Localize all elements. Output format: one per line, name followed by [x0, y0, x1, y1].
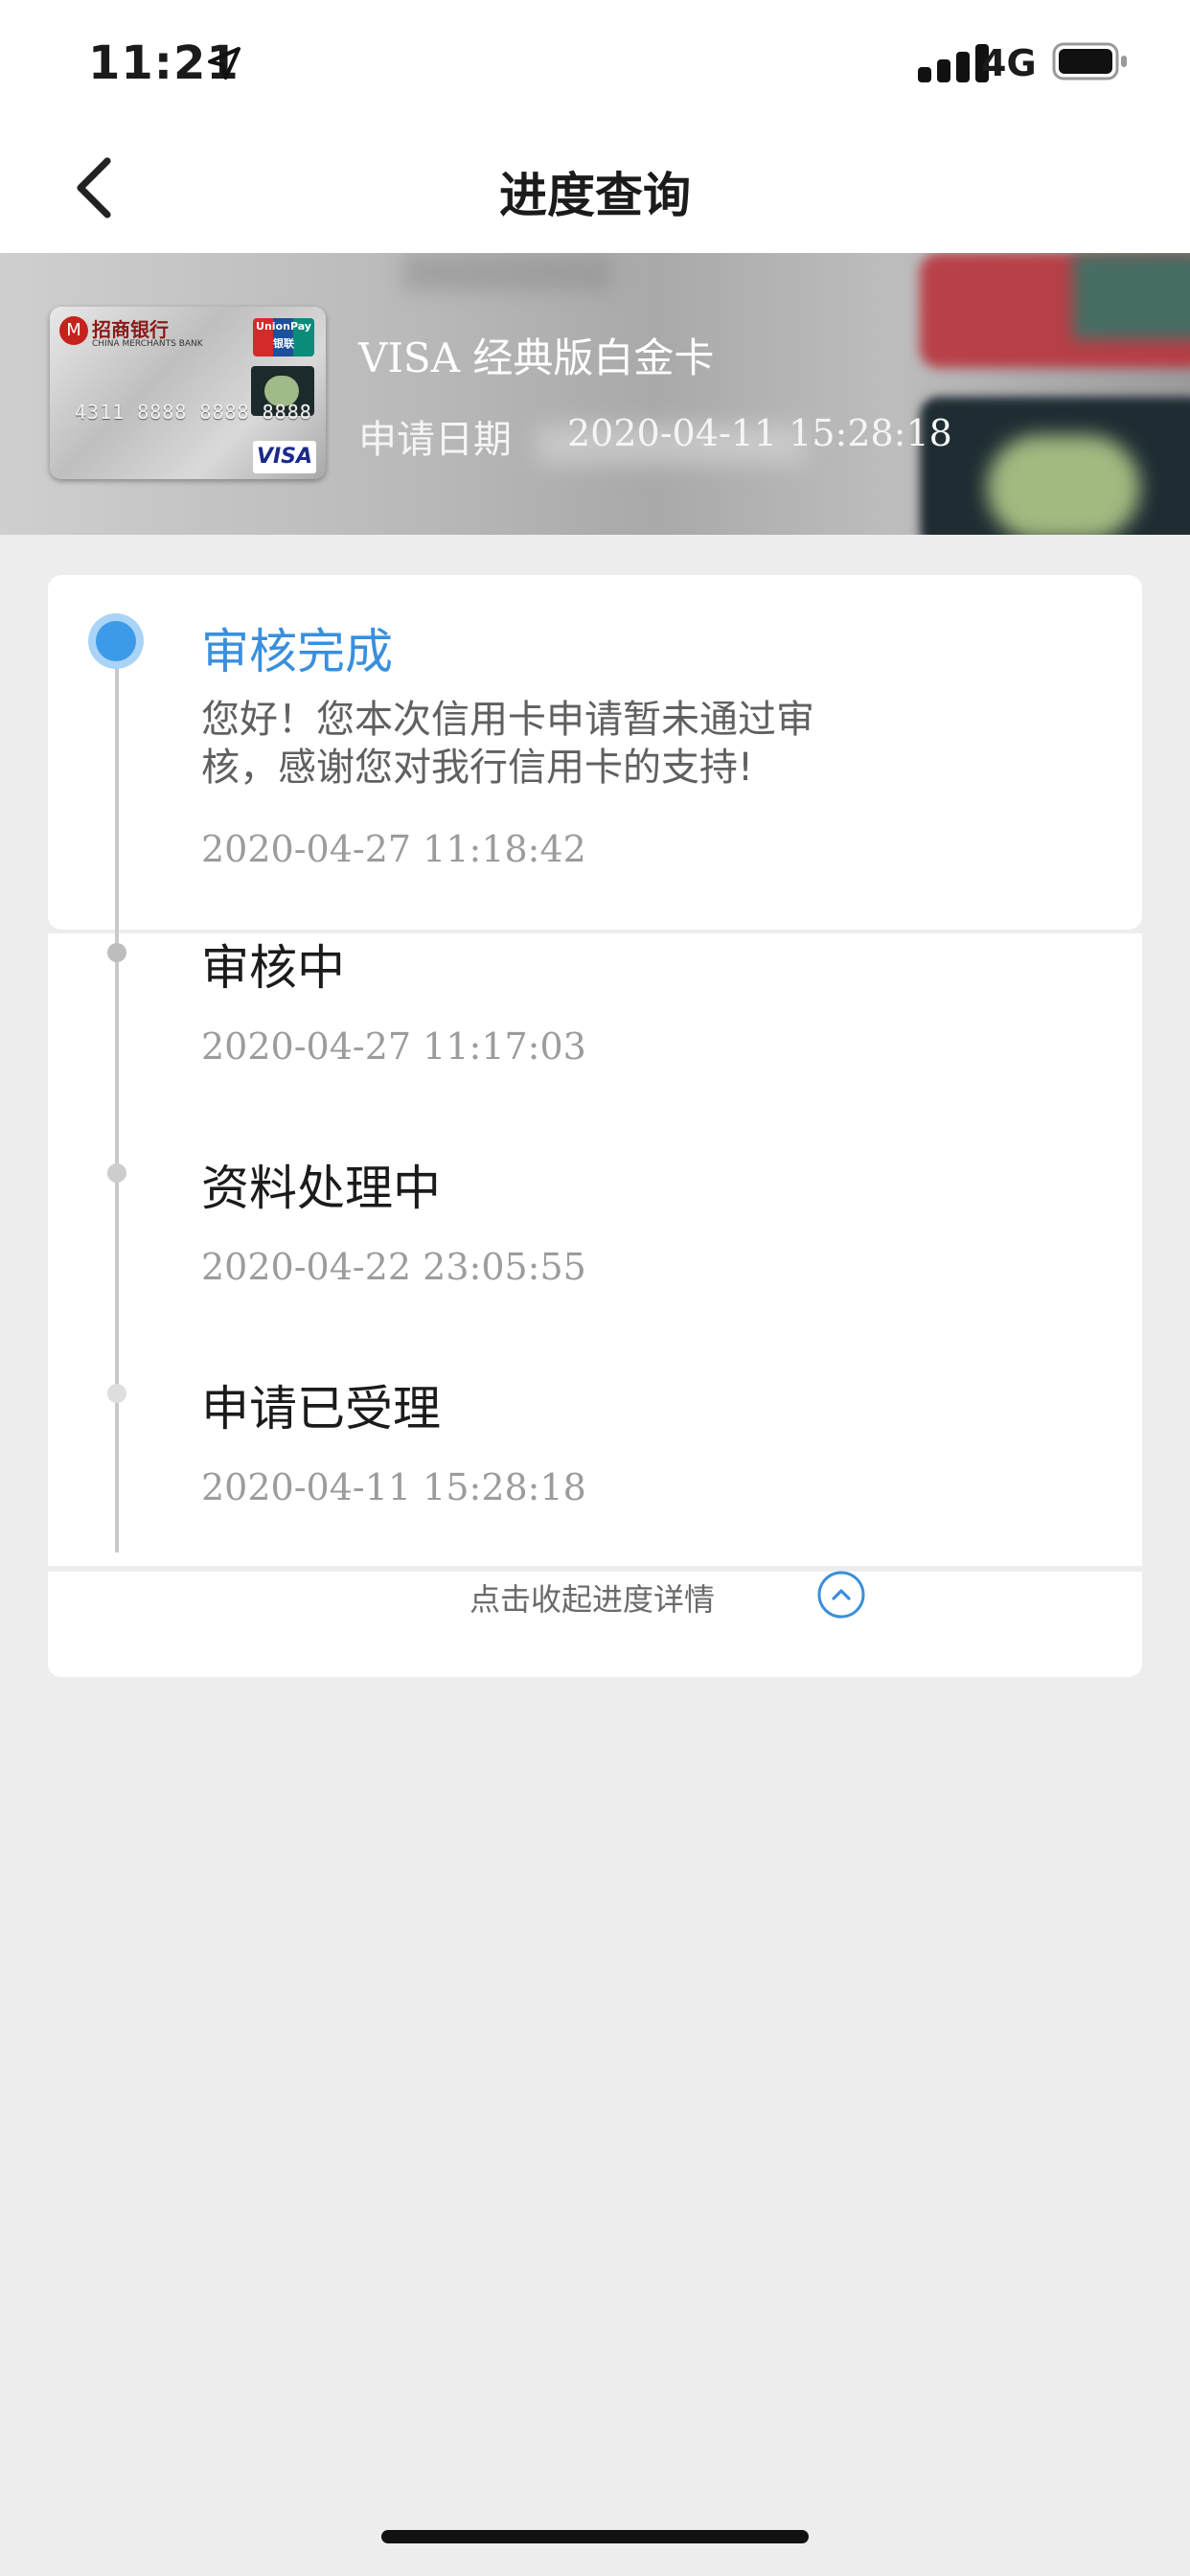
timeline-dot	[107, 1384, 126, 1403]
card-product-name: VISA 经典版白金卡	[358, 334, 715, 381]
collapse-label[interactable]: 点击收起进度详情	[469, 1576, 715, 1620]
chevron-up-circle-icon[interactable]	[816, 1570, 866, 1620]
card-number: 4311 8888 8888 8888	[75, 401, 312, 424]
apply-date-value: 2020-04-11 15:28:18	[567, 412, 952, 454]
network-type: 4G	[981, 42, 1037, 84]
page-title: 进度查询	[499, 168, 691, 223]
timeline-line	[115, 632, 119, 1552]
battery-icon	[1052, 42, 1127, 80]
banner-background-blur	[402, 253, 613, 291]
timeline-dot	[107, 1163, 126, 1183]
timeline-dot	[107, 943, 126, 962]
visa-logo: VISA	[253, 441, 316, 473]
step-time: 2020-04-27 11:18:42	[201, 828, 586, 870]
bank-logo-icon: M	[59, 316, 88, 345]
location-arrow-icon	[208, 47, 240, 80]
step-time: 2020-04-22 23:05:55	[201, 1246, 586, 1288]
home-indicator[interactable]	[381, 2530, 809, 2543]
banner-background-blur	[1073, 253, 1190, 339]
step-time: 2020-04-27 11:17:03	[201, 1025, 586, 1068]
step-title: 资料处理中	[201, 1161, 441, 1216]
apply-date-label: 申请日期	[358, 418, 512, 462]
credit-card-image: M 招商银行 CHINA MERCHANTS BANK UnionPay 银联 …	[50, 307, 326, 479]
timeline-dot-active-inner	[96, 621, 136, 661]
step-title: 申请已受理	[201, 1381, 441, 1437]
unionpay-logo: UnionPay 银联	[253, 318, 314, 356]
status-bar: 11:21 4G	[0, 0, 1190, 126]
card-bank-name: 招商银行	[92, 318, 169, 341]
step-description: 您好！您本次信用卡申请暂未通过审核，感谢您对我行信用卡的支持!	[201, 698, 814, 790]
card-bank-subtitle: CHINA MERCHANTS BANK	[92, 339, 203, 349]
step-title: 审核中	[201, 940, 345, 996]
step-time: 2020-04-11 15:28:18	[201, 1466, 586, 1508]
step-title: 审核完成	[201, 624, 393, 679]
nav-bar: 进度查询	[0, 126, 1190, 253]
banner-background-blur	[987, 435, 1140, 535]
